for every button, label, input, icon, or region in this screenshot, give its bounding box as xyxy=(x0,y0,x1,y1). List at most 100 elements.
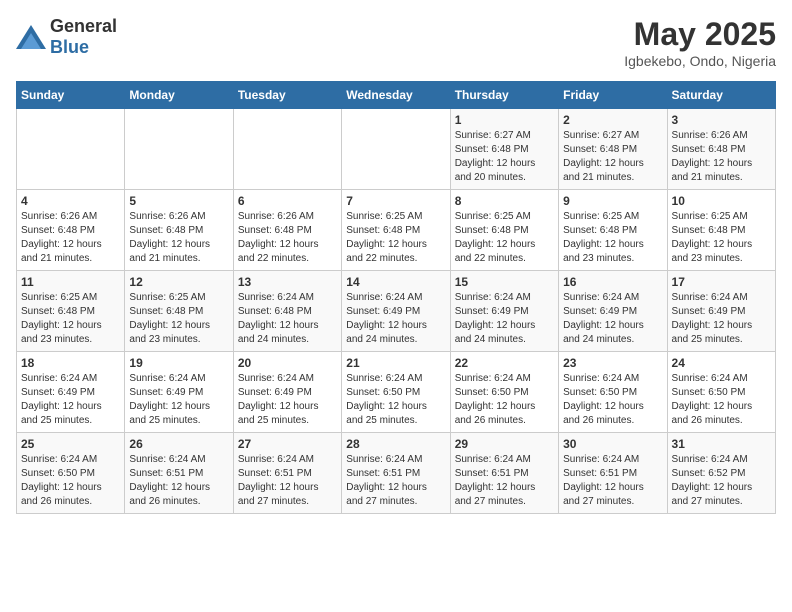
calendar-cell: 15 Sunrise: 6:24 AMSunset: 6:49 PMDayligh… xyxy=(450,271,558,352)
calendar-week: 25 Sunrise: 6:24 AMSunset: 6:50 PMDayligh… xyxy=(17,433,776,514)
day-info: Sunrise: 6:24 AMSunset: 6:49 PMDaylight:… xyxy=(238,372,337,428)
main-title: May 2025 xyxy=(624,16,776,53)
day-info: Sunrise: 6:27 AMSunset: 6:48 PMDaylight:… xyxy=(455,129,554,185)
day-info: Sunrise: 6:26 AMSunset: 6:48 PMDaylight:… xyxy=(238,210,337,266)
calendar-cell: 31Sunrise: 6:24 AMSunset: 6:52 PMDayligh… xyxy=(667,433,775,514)
day-info: Sunrise: 6:24 AMSunset: 6:50 PMDaylight:… xyxy=(21,453,120,509)
calendar-cell: 22Sunrise: 6:24 AMSunset: 6:50 PMDayligh… xyxy=(450,352,558,433)
day-number: 26 xyxy=(129,437,228,451)
calendar-table: SundayMondayTuesdayWednesdayThursdayFrid… xyxy=(16,81,776,514)
day-info: Sunrise: 6:24 AMSunset: 6:49 PMDaylight:… xyxy=(129,372,228,428)
calendar-cell: 11Sunrise: 6:25 AMSunset: 6:48 PMDayligh… xyxy=(17,271,125,352)
calendar-cell: 7 Sunrise: 6:25 AMSunset: 6:48 PMDaylight… xyxy=(342,190,450,271)
day-info: Sunrise: 6:24 AMSunset: 6:49 PMDaylight:… xyxy=(455,291,554,347)
day-info: Sunrise: 6:24 AMSunset: 6:49 PMDaylight:… xyxy=(21,372,120,428)
day-number: 24 xyxy=(672,356,771,370)
day-info: Sunrise: 6:24 AMSunset: 6:52 PMDaylight:… xyxy=(672,453,771,509)
day-info: Sunrise: 6:24 AMSunset: 6:51 PMDaylight:… xyxy=(455,453,554,509)
calendar-cell: 12 Sunrise: 6:25 AMSunset: 6:48 PMDayligh… xyxy=(125,271,233,352)
calendar-cell: 3Sunrise: 6:26 AMSunset: 6:48 PMDaylight… xyxy=(667,109,775,190)
calendar-cell: 20 Sunrise: 6:24 AMSunset: 6:49 PMDayligh… xyxy=(233,352,341,433)
day-info: Sunrise: 6:25 AMSunset: 6:48 PMDaylight:… xyxy=(563,210,662,266)
day-number: 28 xyxy=(346,437,445,451)
calendar-cell: 25 Sunrise: 6:24 AMSunset: 6:50 PMDayligh… xyxy=(17,433,125,514)
calendar-cell xyxy=(342,109,450,190)
day-number: 17 xyxy=(672,275,771,289)
header-day: Saturday xyxy=(667,82,775,109)
calendar-cell: 8 Sunrise: 6:25 AMSunset: 6:48 PMDaylight… xyxy=(450,190,558,271)
day-number: 18 xyxy=(21,356,120,370)
title-area: May 2025 Igbekebo, Ondo, Nigeria xyxy=(624,16,776,69)
day-info: Sunrise: 6:24 AMSunset: 6:49 PMDaylight:… xyxy=(672,291,771,347)
day-number: 12 xyxy=(129,275,228,289)
day-number: 14 xyxy=(346,275,445,289)
day-info: Sunrise: 6:24 AMSunset: 6:48 PMDaylight:… xyxy=(238,291,337,347)
day-info: Sunrise: 6:25 AMSunset: 6:48 PMDaylight:… xyxy=(346,210,445,266)
day-info: Sunrise: 6:25 AMSunset: 6:48 PMDaylight:… xyxy=(672,210,771,266)
calendar-cell: 27 Sunrise: 6:24 AMSunset: 6:51 PMDayligh… xyxy=(233,433,341,514)
calendar-cell xyxy=(17,109,125,190)
day-info: Sunrise: 6:24 AMSunset: 6:49 PMDaylight:… xyxy=(563,291,662,347)
day-number: 9 xyxy=(563,194,662,208)
day-number: 5 xyxy=(129,194,228,208)
calendar-week: 1Sunrise: 6:27 AMSunset: 6:48 PMDaylight… xyxy=(17,109,776,190)
calendar-cell: 24 Sunrise: 6:24 AMSunset: 6:50 PMDayligh… xyxy=(667,352,775,433)
logo-general: General xyxy=(50,16,117,36)
logo-icon xyxy=(16,25,46,49)
day-number: 13 xyxy=(238,275,337,289)
calendar-cell: 19Sunrise: 6:24 AMSunset: 6:49 PMDayligh… xyxy=(125,352,233,433)
day-number: 15 xyxy=(455,275,554,289)
day-number: 25 xyxy=(21,437,120,451)
day-info: Sunrise: 6:24 AMSunset: 6:50 PMDaylight:… xyxy=(672,372,771,428)
day-info: Sunrise: 6:26 AMSunset: 6:48 PMDaylight:… xyxy=(129,210,228,266)
day-info: Sunrise: 6:24 AMSunset: 6:51 PMDaylight:… xyxy=(129,453,228,509)
calendar-header: SundayMondayTuesdayWednesdayThursdayFrid… xyxy=(17,82,776,109)
calendar-cell xyxy=(125,109,233,190)
day-number: 7 xyxy=(346,194,445,208)
calendar-cell: 1Sunrise: 6:27 AMSunset: 6:48 PMDaylight… xyxy=(450,109,558,190)
day-number: 20 xyxy=(238,356,337,370)
day-number: 29 xyxy=(455,437,554,451)
day-number: 2 xyxy=(563,113,662,127)
header-day: Sunday xyxy=(17,82,125,109)
day-info: Sunrise: 6:24 AMSunset: 6:51 PMDaylight:… xyxy=(346,453,445,509)
calendar-cell xyxy=(233,109,341,190)
day-info: Sunrise: 6:24 AMSunset: 6:50 PMDaylight:… xyxy=(346,372,445,428)
day-number: 11 xyxy=(21,275,120,289)
header-day: Wednesday xyxy=(342,82,450,109)
calendar-cell: 17 Sunrise: 6:24 AMSunset: 6:49 PMDayligh… xyxy=(667,271,775,352)
logo-text: General Blue xyxy=(50,16,117,58)
day-info: Sunrise: 6:25 AMSunset: 6:48 PMDaylight:… xyxy=(455,210,554,266)
calendar-cell: 28 Sunrise: 6:24 AMSunset: 6:51 PMDayligh… xyxy=(342,433,450,514)
calendar-cell: 18 Sunrise: 6:24 AMSunset: 6:49 PMDayligh… xyxy=(17,352,125,433)
calendar-cell: 21Sunrise: 6:24 AMSunset: 6:50 PMDayligh… xyxy=(342,352,450,433)
calendar-cell: 5 Sunrise: 6:26 AMSunset: 6:48 PMDaylight… xyxy=(125,190,233,271)
day-number: 30 xyxy=(563,437,662,451)
subtitle: Igbekebo, Ondo, Nigeria xyxy=(624,53,776,69)
calendar-body: 1Sunrise: 6:27 AMSunset: 6:48 PMDaylight… xyxy=(17,109,776,514)
calendar-cell: 13 Sunrise: 6:24 AMSunset: 6:48 PMDayligh… xyxy=(233,271,341,352)
calendar-week: 11 Sunrise: 6:25 AMSunset: 6:48 PMDayligh… xyxy=(17,271,776,352)
calendar-week: 18 Sunrise: 6:24 AMSunset: 6:49 PMDayligh… xyxy=(17,352,776,433)
day-info: Sunrise: 6:24 AMSunset: 6:50 PMDaylight:… xyxy=(563,372,662,428)
calendar-cell: 16Sunrise: 6:24 AMSunset: 6:49 PMDayligh… xyxy=(559,271,667,352)
day-info: Sunrise: 6:25 AMSunset: 6:48 PMDaylight:… xyxy=(129,291,228,347)
day-info: Sunrise: 6:24 AMSunset: 6:51 PMDaylight:… xyxy=(563,453,662,509)
calendar-cell: 6Sunrise: 6:26 AMSunset: 6:48 PMDaylight… xyxy=(233,190,341,271)
day-info: Sunrise: 6:24 AMSunset: 6:51 PMDaylight:… xyxy=(238,453,337,509)
page-header: General Blue May 2025 Igbekebo, Ondo, Ni… xyxy=(16,16,776,69)
header-day: Thursday xyxy=(450,82,558,109)
header-day: Friday xyxy=(559,82,667,109)
day-number: 8 xyxy=(455,194,554,208)
day-number: 23 xyxy=(563,356,662,370)
calendar-cell: 30 Sunrise: 6:24 AMSunset: 6:51 PMDayligh… xyxy=(559,433,667,514)
day-number: 27 xyxy=(238,437,337,451)
day-number: 4 xyxy=(21,194,120,208)
calendar-cell: 26 Sunrise: 6:24 AMSunset: 6:51 PMDayligh… xyxy=(125,433,233,514)
calendar-cell: 29 Sunrise: 6:24 AMSunset: 6:51 PMDayligh… xyxy=(450,433,558,514)
calendar-cell: 10 Sunrise: 6:25 AMSunset: 6:48 PMDayligh… xyxy=(667,190,775,271)
calendar-cell: 2 Sunrise: 6:27 AMSunset: 6:48 PMDaylight… xyxy=(559,109,667,190)
day-info: Sunrise: 6:27 AMSunset: 6:48 PMDaylight:… xyxy=(563,129,662,185)
day-number: 10 xyxy=(672,194,771,208)
day-info: Sunrise: 6:26 AMSunset: 6:48 PMDaylight:… xyxy=(672,129,771,185)
